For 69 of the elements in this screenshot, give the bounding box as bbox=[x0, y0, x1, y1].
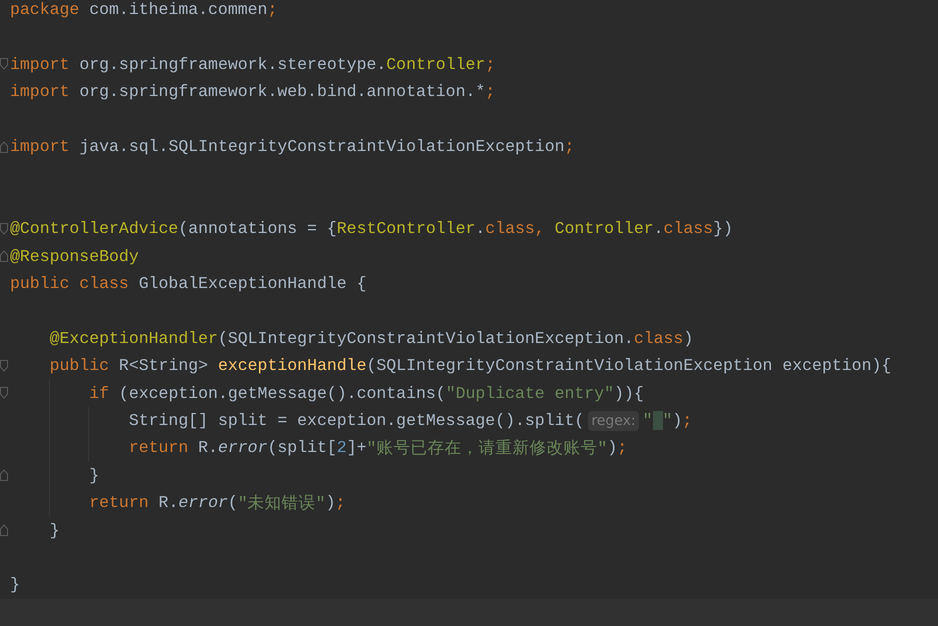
code-token: org.springframework.web.bind.annotation.* bbox=[78, 82, 486, 102]
code-token: error bbox=[178, 493, 228, 512]
code-token: )){ bbox=[614, 384, 644, 403]
code-token: package bbox=[10, 0, 80, 20]
code-token: @ExceptionHandler bbox=[50, 328, 218, 348]
code-token: import bbox=[10, 82, 70, 102]
code-token: R. bbox=[197, 438, 218, 458]
fold-marker-icon[interactable] bbox=[0, 58, 8, 70]
fold-marker-icon[interactable] bbox=[0, 524, 8, 536]
code-token: ; bbox=[682, 411, 692, 430]
code-token: Controller bbox=[386, 54, 486, 74]
code-token: import bbox=[10, 54, 70, 74]
code-token: ; bbox=[564, 137, 574, 156]
code-token: (exception.getMessage().contains( bbox=[118, 384, 446, 403]
code-token: import bbox=[10, 137, 70, 156]
code-token: "账号已存在，请重新修改账号" bbox=[366, 438, 608, 459]
code-token: org.springframework.stereotype. bbox=[78, 54, 386, 74]
code-token: ) bbox=[683, 328, 694, 348]
code-token: R. bbox=[158, 493, 178, 512]
code-token: " " bbox=[642, 411, 672, 430]
code-token: @ControllerAdvice bbox=[10, 219, 178, 238]
code-token: } bbox=[89, 466, 100, 485]
code-token: 2 bbox=[336, 438, 347, 458]
code-token: class, bbox=[485, 219, 545, 238]
code-token: return bbox=[128, 438, 188, 458]
fold-marker-icon[interactable] bbox=[0, 140, 8, 153]
code-token: } bbox=[50, 520, 60, 540]
code-token: ; bbox=[336, 493, 346, 512]
code-token: class bbox=[634, 328, 684, 348]
code-token: (split[ bbox=[267, 438, 337, 458]
code-token: exceptionHandle bbox=[218, 356, 366, 376]
code-token: @ResponseBody bbox=[10, 246, 139, 266]
code-token: R<String> bbox=[118, 356, 210, 376]
parameter-hint: regex: bbox=[588, 410, 639, 431]
fold-marker-icon[interactable] bbox=[0, 469, 8, 482]
code-token: . bbox=[475, 219, 486, 238]
code-token: if bbox=[89, 384, 110, 403]
fold-marker-icon[interactable] bbox=[0, 360, 8, 372]
fold-marker-icon[interactable] bbox=[0, 222, 8, 235]
code-token: public class bbox=[10, 274, 129, 294]
code-token: com.itheima.commen bbox=[88, 0, 268, 20]
code-token: "未知错误" bbox=[238, 492, 326, 514]
code-token: Controller bbox=[554, 219, 654, 238]
code-token: error bbox=[218, 438, 268, 458]
code-token: (annotations = { bbox=[178, 219, 337, 238]
code-token: ) bbox=[326, 493, 336, 512]
code-token: RestController bbox=[336, 219, 476, 238]
code-token: ; bbox=[267, 0, 278, 20]
code-token: ; bbox=[485, 54, 496, 74]
code-token: return bbox=[89, 493, 149, 512]
code-token: ) bbox=[672, 411, 682, 430]
code-token: java.sql.SQLIntegrityConstraintViolationException bbox=[78, 137, 565, 156]
code-token: }) bbox=[713, 219, 733, 238]
code-token: . bbox=[654, 219, 664, 238]
code-token: (SQLIntegrityConstraintViolationException. bbox=[218, 328, 634, 348]
code-token: (SQLIntegrityConstraintViolationException exception){ bbox=[366, 356, 892, 376]
code-token: GlobalExceptionHandle { bbox=[138, 274, 366, 294]
code-token: "Duplicate entry" bbox=[446, 384, 614, 403]
code-token: ; bbox=[485, 82, 496, 102]
fold-marker-icon[interactable] bbox=[0, 250, 8, 262]
code-token: ( bbox=[228, 493, 238, 512]
code-token: String[] split = exception.getMessage().split( bbox=[128, 411, 584, 430]
code-token: ]+ bbox=[346, 438, 367, 458]
code-token: ) bbox=[607, 438, 618, 458]
code-token: ; bbox=[617, 438, 628, 458]
code-token: class bbox=[664, 219, 714, 238]
code-token: } bbox=[10, 575, 20, 594]
fold-marker-icon[interactable] bbox=[0, 387, 8, 400]
code-token: public bbox=[50, 356, 110, 376]
